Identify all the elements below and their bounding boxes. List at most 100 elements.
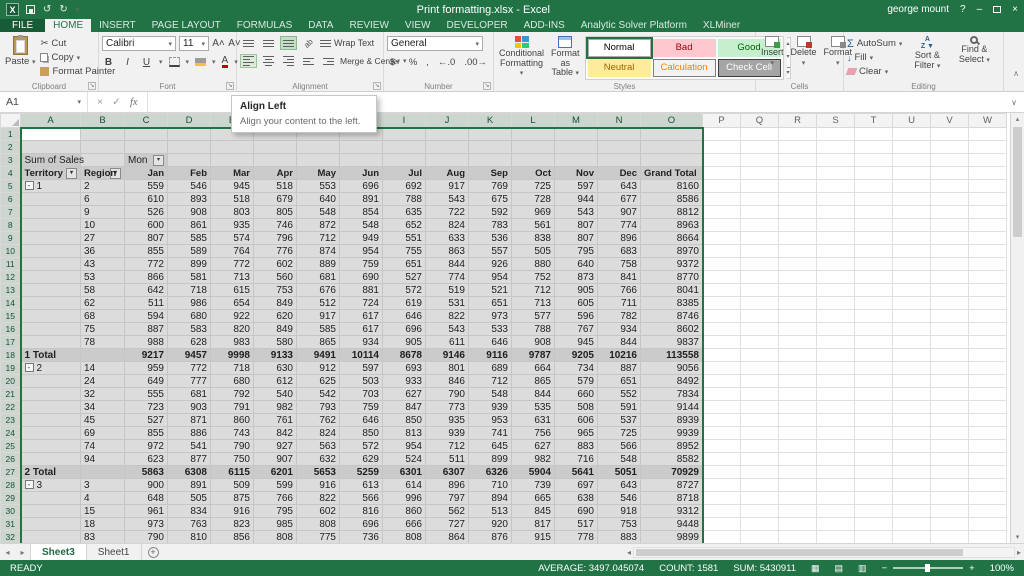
cell-B21[interactable]: 32 (81, 388, 125, 401)
cell-N28[interactable]: 643 (598, 479, 641, 492)
cell-U12[interactable] (893, 271, 931, 284)
cell-I22[interactable]: 847 (383, 401, 426, 414)
row-header-7[interactable]: 7 (1, 206, 21, 219)
cell-N9[interactable]: 896 (598, 232, 641, 245)
bottom-align-button[interactable] (280, 36, 297, 50)
cell-H26[interactable]: 629 (340, 453, 383, 466)
row-header-8[interactable]: 8 (1, 219, 21, 232)
cell-N26[interactable]: 548 (598, 453, 641, 466)
cell-N16[interactable]: 934 (598, 323, 641, 336)
bold-button[interactable]: B (102, 55, 115, 69)
cell-M25[interactable]: 883 (555, 440, 598, 453)
format-as-table-button[interactable]: Format as Table ▾ (549, 35, 582, 80)
cell-E13[interactable]: 615 (211, 284, 254, 297)
cell-F18[interactable]: 9133 (254, 349, 297, 362)
cell-M23[interactable]: 606 (555, 414, 598, 427)
cell-R31[interactable] (779, 518, 817, 531)
cell-A2[interactable] (21, 141, 81, 154)
cell-O10[interactable]: 8970 (641, 245, 703, 258)
cell-E23[interactable]: 860 (211, 414, 254, 427)
cell-A24[interactable] (21, 427, 81, 440)
cell-F19[interactable]: 630 (254, 362, 297, 375)
cell-J15[interactable]: 822 (426, 310, 469, 323)
cell-K10[interactable]: 557 (469, 245, 512, 258)
cell-S11[interactable] (817, 258, 855, 271)
number-dialog-launcher[interactable]: ↘ (483, 82, 491, 90)
cell-G21[interactable]: 542 (297, 388, 340, 401)
tab-file[interactable]: FILE (0, 19, 45, 32)
cell-R29[interactable] (779, 492, 817, 505)
cell-M22[interactable]: 508 (555, 401, 598, 414)
cell-J31[interactable]: 727 (426, 518, 469, 531)
cell-C29[interactable]: 648 (125, 492, 168, 505)
cell-L23[interactable]: 631 (512, 414, 555, 427)
cell-L10[interactable]: 505 (512, 245, 555, 258)
cell-E14[interactable]: 654 (211, 297, 254, 310)
align-left-button[interactable] (240, 54, 257, 68)
cell-B5[interactable]: 2 (81, 180, 125, 193)
cell-B4[interactable]: ▾Region (81, 167, 125, 180)
cell-G17[interactable]: 865 (297, 336, 340, 349)
cell-T13[interactable] (855, 284, 893, 297)
cell-E21[interactable]: 792 (211, 388, 254, 401)
cell-I14[interactable]: 619 (383, 297, 426, 310)
cell-C14[interactable]: 511 (125, 297, 168, 310)
cell-H16[interactable]: 617 (340, 323, 383, 336)
horizontal-scrollbar[interactable]: ◂ ▸ (624, 544, 1024, 560)
cell-L7[interactable]: 969 (512, 206, 555, 219)
cell-N25[interactable]: 566 (598, 440, 641, 453)
cell-K20[interactable]: 712 (469, 375, 512, 388)
save-icon[interactable] (26, 5, 35, 14)
cell-H3[interactable] (340, 154, 383, 167)
cell-F22[interactable]: 982 (254, 401, 297, 414)
row-header-4[interactable]: 4 (1, 167, 21, 180)
cell-S6[interactable] (817, 193, 855, 206)
cell-J18[interactable]: 9146 (426, 349, 469, 362)
cell-C12[interactable]: 866 (125, 271, 168, 284)
cell-P16[interactable] (703, 323, 741, 336)
cell-I18[interactable]: 8678 (383, 349, 426, 362)
cell-S9[interactable] (817, 232, 855, 245)
cell-M24[interactable]: 965 (555, 427, 598, 440)
cell-Q4[interactable] (741, 167, 779, 180)
cell-B13[interactable]: 58 (81, 284, 125, 297)
font-size-combo[interactable]: 11▾ (179, 36, 209, 51)
font-name-combo[interactable]: Calibri▾ (102, 36, 176, 51)
cell-O3[interactable] (641, 154, 703, 167)
cell-S2[interactable] (817, 141, 855, 154)
cell-W17[interactable] (969, 336, 1007, 349)
cell-V16[interactable] (931, 323, 969, 336)
row-header-25[interactable]: 25 (1, 440, 21, 453)
cell-I31[interactable]: 666 (383, 518, 426, 531)
cell-W9[interactable] (969, 232, 1007, 245)
cell-H24[interactable]: 850 (340, 427, 383, 440)
cell-M7[interactable]: 543 (555, 206, 598, 219)
cell-D28[interactable]: 891 (168, 479, 211, 492)
cell-J13[interactable]: 519 (426, 284, 469, 297)
cell-V8[interactable] (931, 219, 969, 232)
cell-W18[interactable] (969, 349, 1007, 362)
cell-M9[interactable]: 807 (555, 232, 598, 245)
column-header-Q[interactable]: Q (741, 114, 779, 128)
collapse-ribbon-icon[interactable]: ∧ (1013, 69, 1019, 78)
cell-K2[interactable] (469, 141, 512, 154)
cell-H30[interactable]: 816 (340, 505, 383, 518)
cell-L13[interactable]: 712 (512, 284, 555, 297)
cell-Q21[interactable] (741, 388, 779, 401)
cell-W6[interactable] (969, 193, 1007, 206)
alignment-dialog-launcher[interactable]: ↘ (373, 82, 381, 90)
cell-W15[interactable] (969, 310, 1007, 323)
cell-V4[interactable] (931, 167, 969, 180)
cell-U25[interactable] (893, 440, 931, 453)
cell-J4[interactable]: Aug (426, 167, 469, 180)
cell-M13[interactable]: 905 (555, 284, 598, 297)
cell-B15[interactable]: 68 (81, 310, 125, 323)
cell-G29[interactable]: 822 (297, 492, 340, 505)
cell-K31[interactable]: 920 (469, 518, 512, 531)
cell-V12[interactable] (931, 271, 969, 284)
cell-D3[interactable] (168, 154, 211, 167)
cell-G20[interactable]: 625 (297, 375, 340, 388)
tab-view[interactable]: VIEW (397, 19, 439, 32)
cell-P11[interactable] (703, 258, 741, 271)
cell-L28[interactable]: 739 (512, 479, 555, 492)
